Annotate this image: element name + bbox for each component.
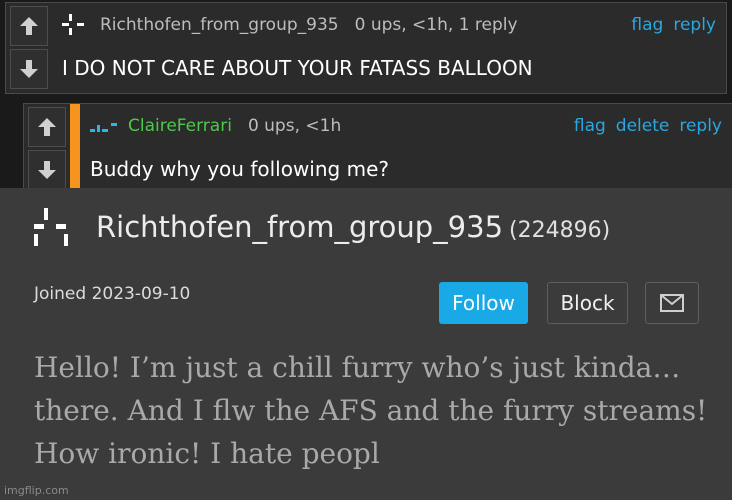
reply-link[interactable]: reply — [673, 15, 716, 35]
arrow-down-icon — [20, 60, 38, 78]
flag-link[interactable]: flag — [631, 15, 663, 35]
comment-header: ClaireFerrari 0 ups, <1h flag delete rep… — [90, 112, 722, 140]
profile-username: Richthofen_from_group_935 — [96, 210, 504, 244]
arrow-up-icon — [20, 17, 38, 35]
comment-meta: 0 ups, <1h — [247, 116, 342, 136]
user-identicon-icon[interactable] — [62, 14, 92, 36]
message-button[interactable] — [645, 282, 699, 324]
own-comment-accent-bar — [70, 104, 80, 194]
comment-username[interactable]: ClaireFerrari — [128, 116, 232, 136]
flag-link[interactable]: flag — [574, 116, 606, 136]
arrow-up-icon — [38, 118, 56, 136]
vote-controls — [6, 3, 52, 93]
user-identicon-icon[interactable] — [90, 115, 120, 137]
profile-bio: Hello! I’m just a chill furry who’s just… — [34, 351, 708, 470]
downvote-button[interactable] — [10, 49, 48, 89]
comment-text: I DO NOT CARE ABOUT YOUR FATASS BALLOON — [62, 56, 533, 80]
comment-actions: flag delete reply — [574, 116, 722, 136]
comment-actions: flag reply — [631, 15, 716, 35]
imgflip-watermark: imgflip.com — [4, 484, 69, 497]
comment-claireferrari: ClaireFerrari 0 ups, <1h flag delete rep… — [23, 103, 732, 195]
user-profile-panel: Richthofen_from_group_935 (224896) Joine… — [0, 188, 732, 500]
mail-icon — [660, 294, 684, 312]
vote-controls — [24, 104, 70, 194]
arrow-down-icon — [38, 161, 56, 179]
downvote-button[interactable] — [28, 150, 66, 190]
profile-joined-date: Joined 2023-09-10 — [34, 284, 191, 304]
comment-richthofen: Richthofen_from_group_935 0 ups, <1h, 1 … — [5, 2, 727, 94]
upvote-button[interactable] — [28, 107, 66, 147]
block-button[interactable]: Block — [547, 282, 628, 324]
follow-button[interactable]: Follow — [439, 282, 528, 324]
upvote-button[interactable] — [10, 6, 48, 46]
user-identicon-icon — [34, 208, 68, 246]
comment-text: Buddy why you following me? — [90, 157, 389, 181]
reply-link[interactable]: reply — [679, 116, 722, 136]
profile-score: (224896) — [509, 217, 611, 243]
delete-link[interactable]: delete — [616, 116, 670, 136]
comment-username[interactable]: Richthofen_from_group_935 — [100, 15, 339, 35]
comment-meta: 0 ups, <1h, 1 reply — [354, 15, 518, 35]
profile-header: Richthofen_from_group_935 (224896) — [34, 208, 610, 246]
comment-header: Richthofen_from_group_935 0 ups, <1h, 1 … — [62, 11, 716, 39]
